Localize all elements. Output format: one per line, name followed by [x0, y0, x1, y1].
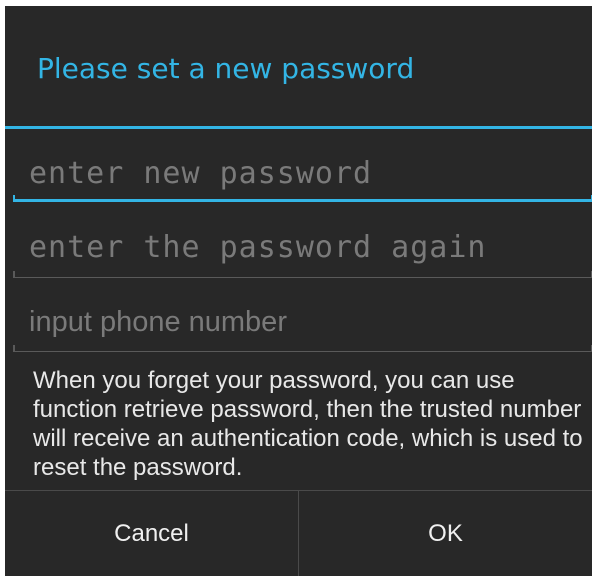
confirm-password-field[interactable]: enter the password again [13, 228, 592, 278]
confirm-password-placeholder: enter the password again [29, 230, 487, 265]
new-password-underline [13, 195, 592, 202]
phone-number-placeholder: input phone number [29, 306, 287, 338]
dialog-title: Please set a new password [37, 52, 415, 85]
phone-number-underline [13, 345, 592, 352]
confirm-password-underline [13, 271, 592, 278]
new-password-field[interactable]: enter new password [13, 152, 592, 202]
new-password-placeholder: enter new password [29, 156, 373, 191]
title-divider [5, 126, 592, 129]
info-message: When you forget your password, you can u… [33, 367, 583, 481]
button-bar: Cancel OK [5, 490, 592, 576]
cancel-button[interactable]: Cancel [5, 491, 298, 576]
phone-number-field[interactable]: input phone number [13, 302, 592, 352]
set-password-dialog: Please set a new password enter new pass… [5, 6, 592, 576]
ok-button[interactable]: OK [299, 491, 592, 576]
